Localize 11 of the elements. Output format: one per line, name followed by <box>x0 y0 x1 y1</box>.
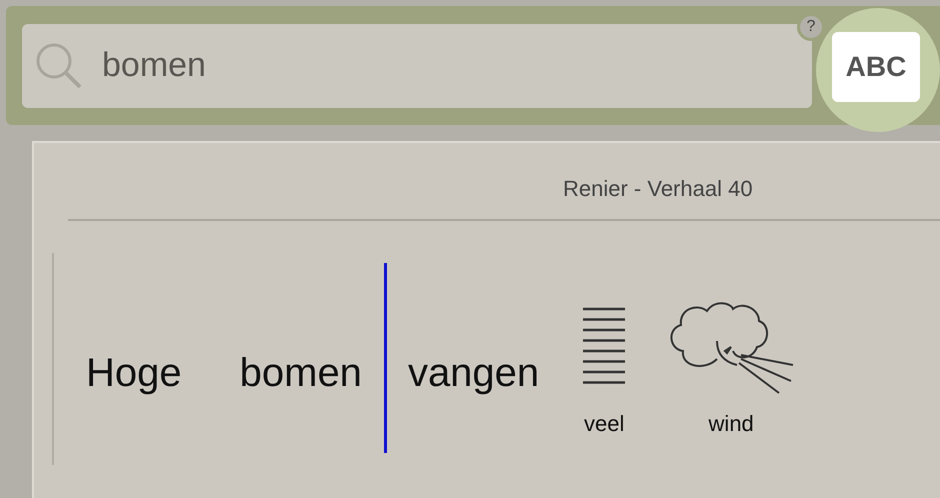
horizontal-lines-icon <box>583 307 626 387</box>
document-title: Renier - Verhaal 40 <box>563 175 753 203</box>
search-icon <box>34 40 84 90</box>
sentence-word[interactable]: bomen <box>240 349 362 397</box>
help-button[interactable]: ? <box>797 13 825 41</box>
symbol-label: veel <box>584 410 624 438</box>
sentence-word[interactable]: Hoge <box>86 349 182 397</box>
symbol-label: wind <box>708 410 754 438</box>
abc-button[interactable]: ABC <box>832 32 920 102</box>
sentence-word[interactable]: vangen <box>408 349 540 397</box>
search-text: bomen <box>102 45 206 86</box>
